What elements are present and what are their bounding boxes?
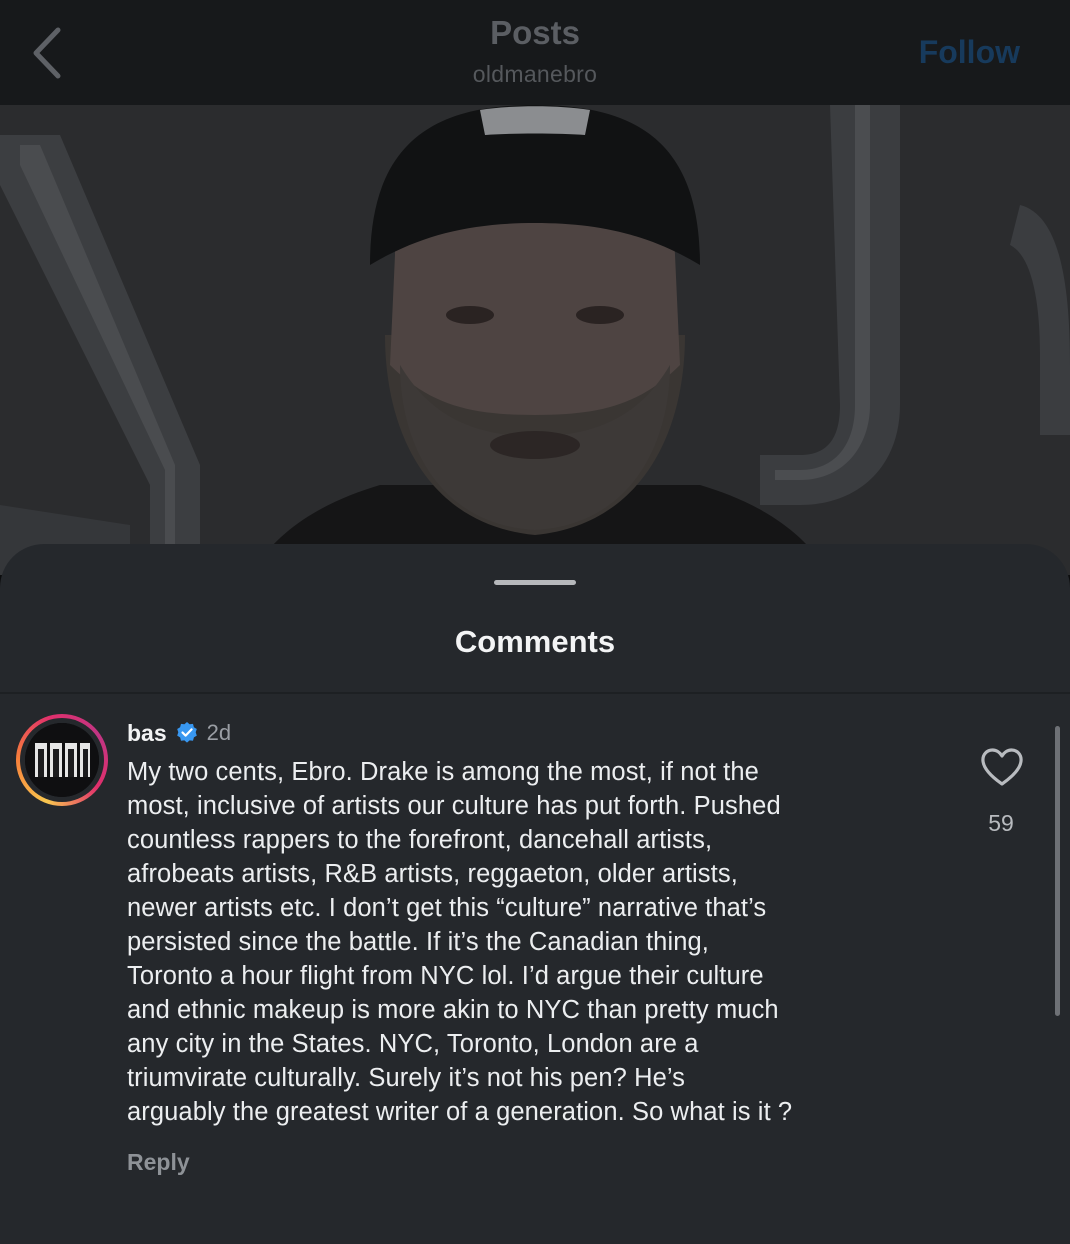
reply-button[interactable]: Reply	[127, 1149, 190, 1176]
comments-sheet: Comments bas 2d My two cents, Ebro. Drak…	[0, 544, 1070, 1244]
heart-outline-icon[interactable]	[980, 747, 1024, 787]
comment-line: triumvirate culturally. Surely it’s not …	[127, 1064, 686, 1092]
comment-line: most, inclusive of artists our culture h…	[127, 792, 781, 820]
comment-username[interactable]: bas	[127, 720, 167, 747]
like-count: 59	[988, 810, 1014, 836]
comment-line: My two cents, Ebro. Drake is among the m…	[127, 758, 759, 786]
comment-line: countless rappers to the forefront, danc…	[127, 826, 713, 854]
sheet-drag-handle[interactable]	[494, 580, 576, 585]
comment-line: arguably the greatest writer of a genera…	[127, 1098, 793, 1126]
page-title: Posts	[490, 14, 580, 51]
comment-line: and ethnic makeup is more akin to NYC th…	[127, 996, 779, 1024]
top-nav-bar: Posts oldmanebro Follow	[0, 0, 1070, 105]
comments-title: Comments	[454, 624, 616, 659]
comment-item: bas 2d My two cents, Ebro. Drake is amon…	[0, 694, 1070, 1214]
comment-line: persisted since the battle. If it’s the …	[127, 928, 709, 956]
comment-line: newer artists etc. I don’t get this “cul…	[127, 894, 767, 922]
comment-line: Toronto a hour flight from NYC lol. I’d …	[127, 962, 764, 990]
verified-badge-icon	[176, 722, 197, 743]
comment-header: bas 2d	[127, 718, 231, 748]
comment-line: any city in the States. NYC, Toronto, Lo…	[127, 1030, 699, 1058]
comment-line: afrobeats artists, R&B artists, reggaeto…	[127, 860, 738, 888]
story-ring[interactable]	[16, 714, 108, 806]
comment-body: My two cents, Ebro. Drake is among the m…	[127, 755, 957, 1129]
comment-timestamp: 2d	[206, 720, 232, 745]
avatar[interactable]	[25, 723, 99, 797]
follow-button[interactable]: Follow	[919, 34, 1020, 71]
post-image[interactable]	[0, 105, 1070, 575]
post-photo	[0, 105, 1070, 575]
avatar-image	[25, 723, 99, 797]
scrollbar[interactable]	[1055, 726, 1060, 1016]
page-subtitle: oldmanebro	[472, 61, 598, 87]
